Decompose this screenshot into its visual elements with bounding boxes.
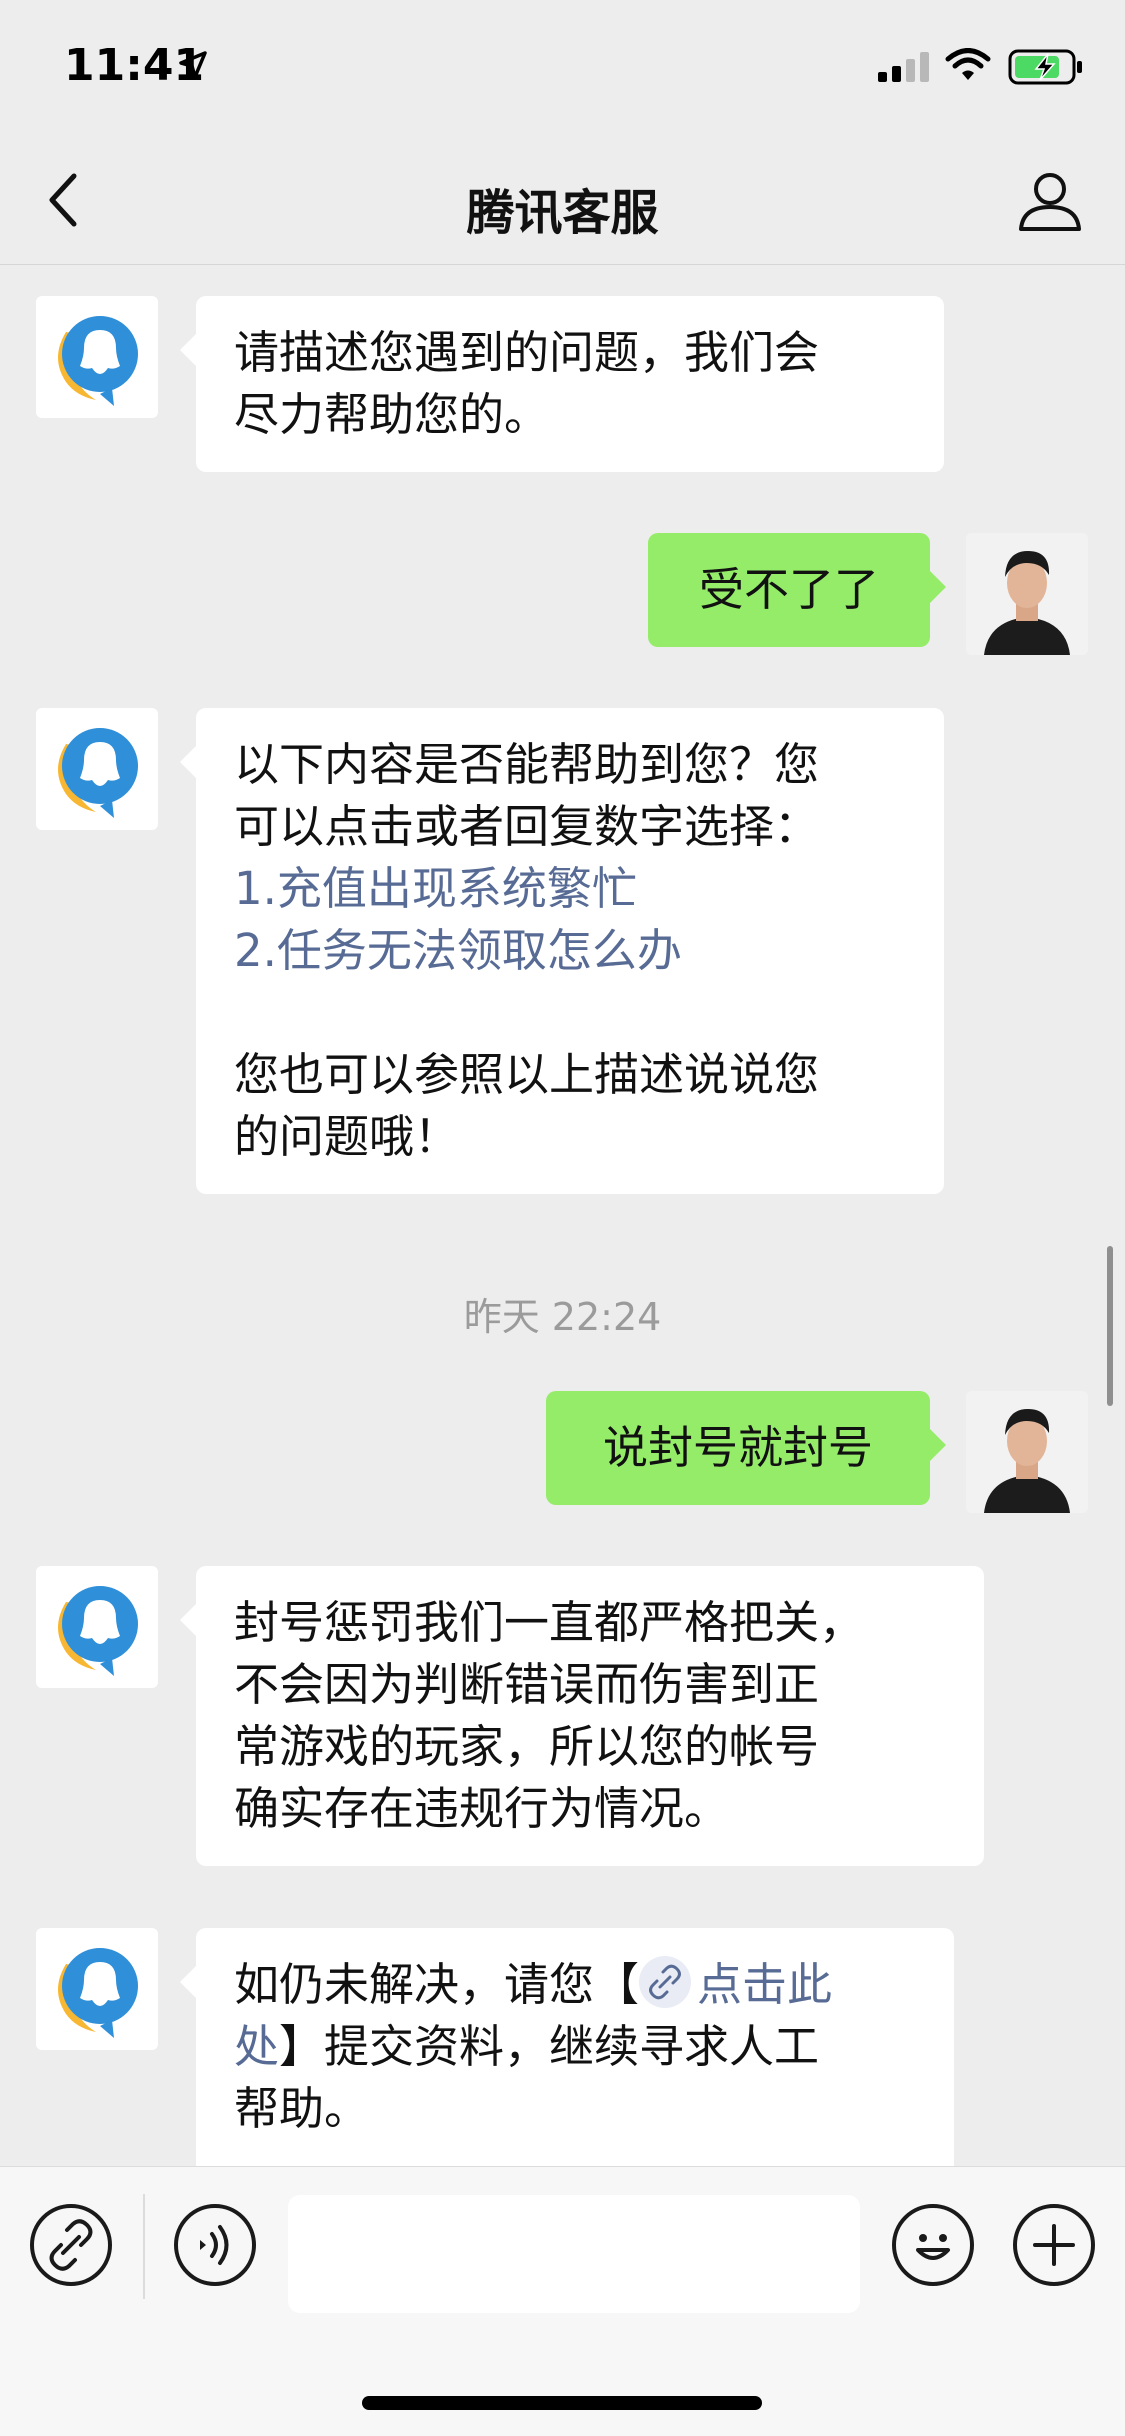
user-avatar[interactable]	[966, 533, 1088, 655]
message-text: 尽力帮助您的。	[234, 388, 550, 441]
plus-button[interactable]	[1013, 2204, 1095, 2286]
smiley-icon	[916, 2234, 950, 2260]
message-text: 不会因为判断错误而伤害到正	[234, 1658, 820, 1711]
option-link-2[interactable]: 2.任务无法领取怎么办	[234, 920, 904, 982]
message-bubble[interactable]: 受不了了	[648, 533, 946, 647]
message-bubble[interactable]: 如仍未解决，请您【 点击此 处】提交资料，继续寻求人工 帮助。	[180, 1928, 954, 2166]
qq-service-logo-icon	[58, 728, 138, 818]
option-link-1[interactable]: 1.充值出现系统繁忙	[234, 858, 904, 920]
message-text: 可以点击或者回复数字选择：	[234, 800, 820, 853]
qq-service-logo-icon	[58, 1586, 138, 1676]
wifi-icon	[945, 48, 991, 80]
message-line: 处】提交资料，继续寻求人工	[234, 2016, 914, 2078]
message-line: 如仍未解决，请您【 点击此	[234, 1954, 914, 2016]
bot-avatar[interactable]	[36, 1566, 158, 1688]
bot-avatar[interactable]	[36, 296, 158, 418]
page-title: 腾讯客服	[466, 185, 659, 241]
battery-charging-icon	[1008, 49, 1082, 85]
user-avatar[interactable]	[966, 1391, 1088, 1513]
message-text: 如仍未解决，请您【	[234, 1958, 640, 2011]
message-bubble[interactable]: 以下内容是否能帮助到您？您 可以点击或者回复数字选择： 1.充值出现系统繁忙 2…	[180, 708, 944, 1194]
message-text: 说封号就封号	[602, 1421, 873, 1474]
message-text: 帮助。	[234, 2082, 370, 2135]
message-text: 常游戏的玩家，所以您的帐号	[234, 1720, 820, 1773]
scroll-indicator[interactable]	[1107, 1246, 1113, 1406]
emoji-button[interactable]	[892, 2204, 974, 2286]
location-arrow-icon	[179, 51, 207, 79]
message-bubble[interactable]: 请描述您遇到的问题，我们会 尽力帮助您的。	[180, 296, 944, 472]
message-text: 请描述您遇到的问题，我们会	[234, 326, 820, 379]
bot-avatar[interactable]	[36, 1928, 158, 2050]
voice-button[interactable]	[174, 2204, 256, 2286]
message-input[interactable]	[288, 2195, 860, 2313]
message-text: 以下内容是否能帮助到您？您	[234, 738, 820, 791]
message-bubble[interactable]: 封号惩罚我们一直都严格把关， 不会因为判断错误而伤害到正 常游戏的玩家，所以您的…	[180, 1566, 984, 1866]
profile-icon[interactable]	[1015, 165, 1085, 235]
home-indicator[interactable]	[362, 2396, 762, 2410]
user-photo-avatar	[966, 533, 1088, 655]
link-button[interactable]	[30, 2204, 112, 2286]
link-icon[interactable]	[639, 1956, 692, 2008]
message-bubble[interactable]: 说封号就封号	[546, 1391, 946, 1505]
user-photo-avatar	[966, 1391, 1088, 1513]
message-text: 封号惩罚我们一直都严格把关，	[234, 1596, 865, 1649]
submit-info-link[interactable]: 点击此	[697, 1958, 832, 2011]
message-text: 受不了了	[698, 563, 879, 616]
message-text: 确实存在违规行为情况。	[234, 1782, 730, 1835]
cellular-signal-icon	[878, 52, 929, 82]
plus-icon	[1033, 2224, 1075, 2266]
voice-icon	[200, 2225, 229, 2265]
qq-service-logo-icon	[58, 316, 138, 406]
divider	[143, 2194, 145, 2299]
status-bar: 11:41	[0, 0, 1125, 135]
message-text: 您也可以参照以上描述说说您	[234, 1048, 820, 1101]
qq-service-logo-icon	[58, 1948, 138, 2038]
submit-info-link-cont[interactable]: 处	[234, 2020, 279, 2073]
nav-bar: 腾讯客服	[0, 135, 1125, 265]
bot-avatar[interactable]	[36, 708, 158, 830]
chat-timestamp: 昨天 22:24	[463, 1295, 662, 1339]
message-text: 的问题哦！	[234, 1110, 460, 1163]
link-icon	[49, 2219, 93, 2271]
chat-messages[interactable]: 请描述您遇到的问题，我们会 尽力帮助您的。 受不了了 以下内容是否能帮助到您？您…	[0, 266, 1125, 2166]
message-text: 】提交资料，继续寻求人工	[279, 2020, 820, 2073]
